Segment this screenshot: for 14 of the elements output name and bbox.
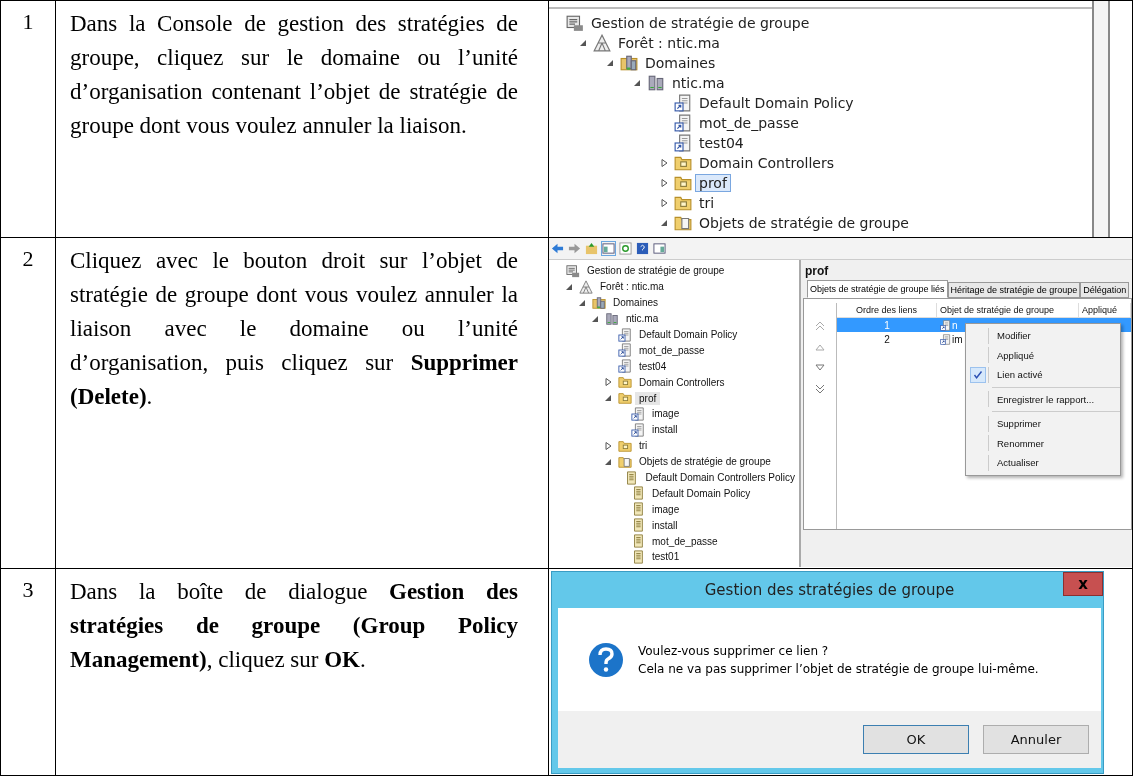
- pane-heading: prof: [804, 264, 830, 278]
- step-number: 2: [22, 246, 34, 271]
- table-cell-text: 2: [883, 333, 891, 345]
- gpo-name: n: [952, 319, 958, 331]
- table-cell-text: 1: [883, 319, 891, 331]
- step-number: 1: [22, 9, 34, 34]
- gpo-name: im: [952, 333, 963, 345]
- step-instruction: Dans la boîte de dialogue Gestion des stratégies de groupe (Group Policy Management), cliquez sur OK.: [70, 578, 518, 674]
- step-instruction: Dans la Console de gestion des stratégies de groupe, cliquez sur le domaine ou l’unité d’organisation contenant l’objet de stratégie de groupe dont vous voulez annuler la liaison.: [70, 10, 518, 140]
- dialog-message: Voulez-vous supprimer ce lien ?: [638, 642, 830, 660]
- dialog-title: Gestion des stratégies de groupe: [704, 581, 955, 599]
- step-number: 3: [22, 577, 34, 602]
- step-instruction: Cliquez avec le bouton droit sur l’objet de stratégie de groupe dont vous voulez annuler la liaison avec le domaine ou l’unité d’organisation, puis cliquez sur Supprimer (Delete).: [70, 247, 518, 411]
- dialog-message: Cela ne va pas supprimer l’objet de stratégie de groupe lui-même.: [638, 660, 1039, 678]
